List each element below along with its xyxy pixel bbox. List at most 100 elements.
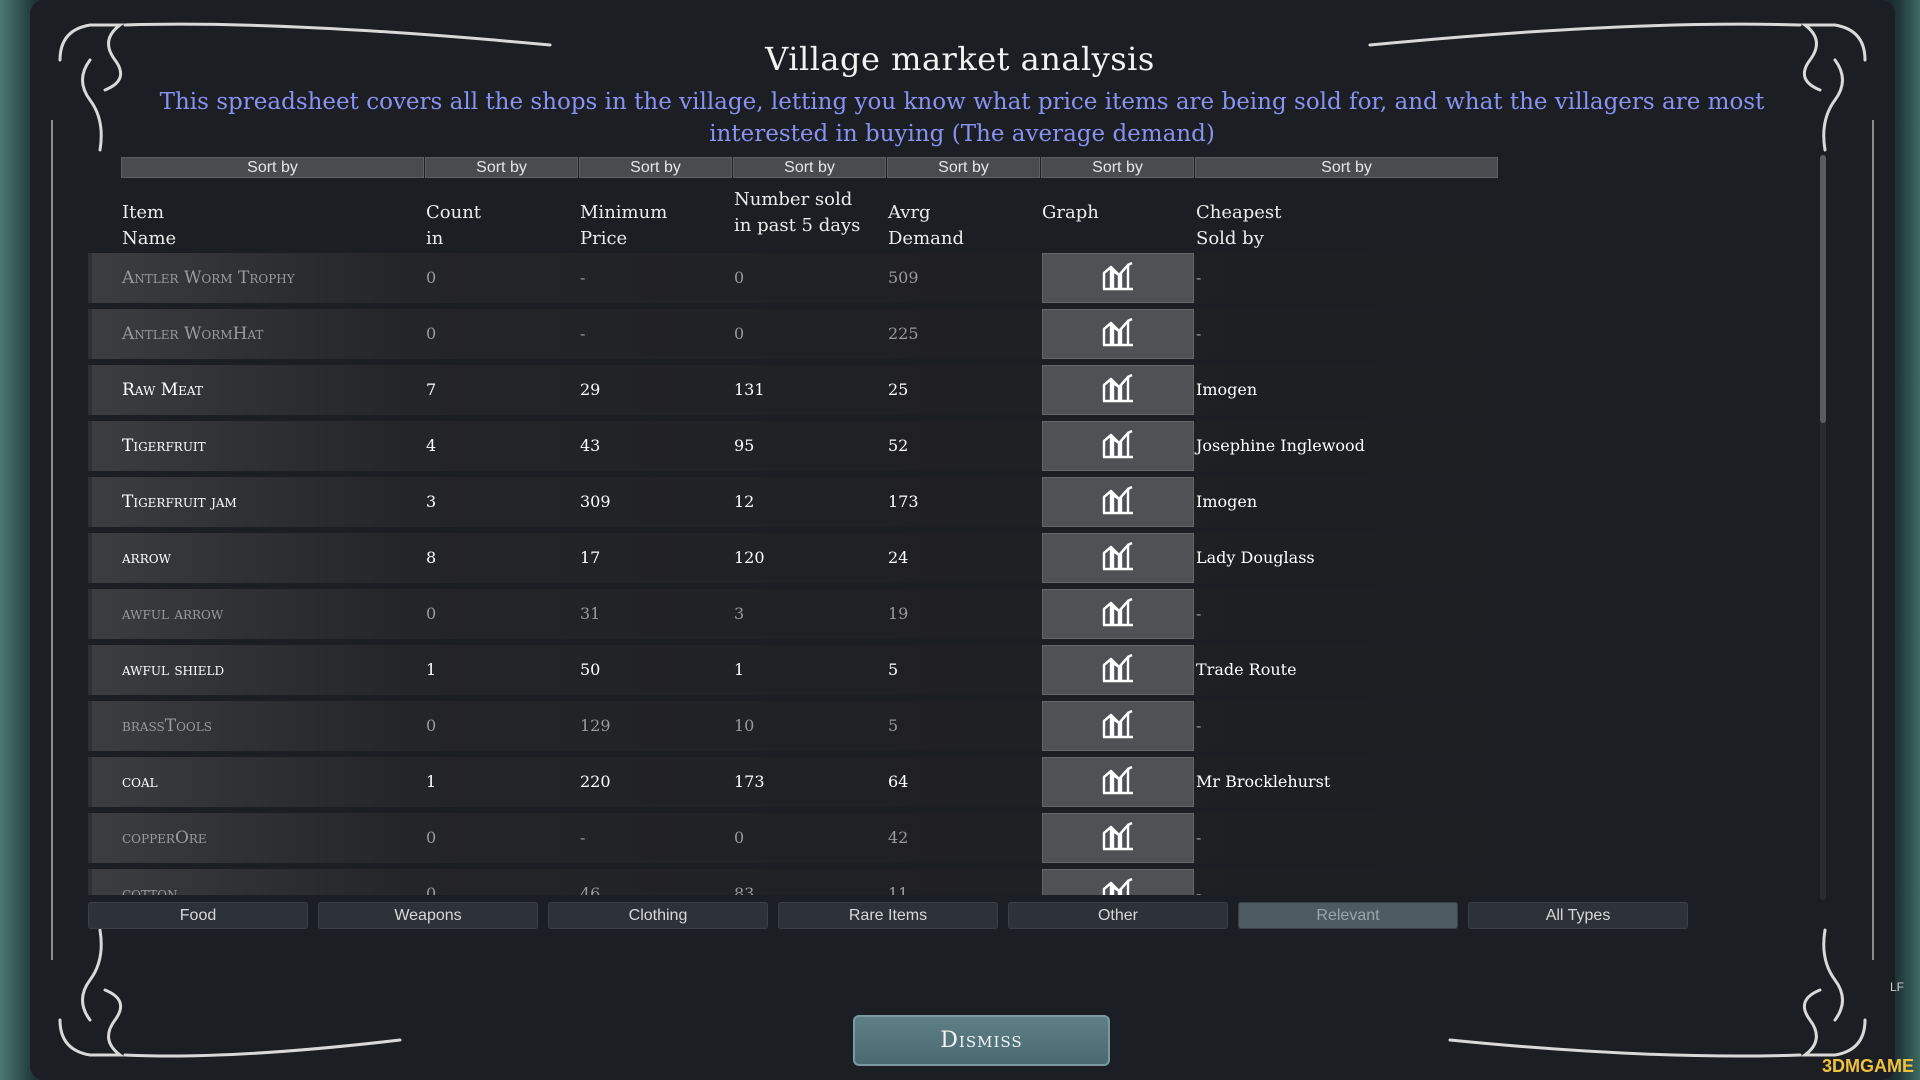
graph-button[interactable]: [1042, 757, 1194, 807]
cell-seller: -: [1196, 884, 1202, 895]
graph-button[interactable]: [1042, 365, 1194, 415]
graph-button[interactable]: [1042, 813, 1194, 863]
chart-icon: [1101, 485, 1135, 519]
cell-demand: 11: [888, 884, 909, 895]
chart-icon: [1101, 653, 1135, 687]
table-row[interactable]: awful arrow 0 31 3 19 -: [88, 589, 1518, 639]
header-graph: Graph: [1042, 202, 1099, 223]
graph-button[interactable]: [1042, 253, 1194, 303]
graph-button[interactable]: [1042, 309, 1194, 359]
graph-button[interactable]: [1042, 421, 1194, 471]
cell-min-price: 129: [580, 716, 611, 735]
cell-seller: Mr Brocklehurst: [1196, 772, 1331, 791]
cell-count: 8: [426, 548, 437, 567]
sort-button-sold[interactable]: Sort by: [733, 157, 886, 178]
sort-button-item-name[interactable]: Sort by: [121, 157, 424, 178]
watermark: 3DMGAME: [1822, 1056, 1915, 1076]
cell-min-price: 46: [580, 884, 601, 895]
side-tag: LF: [1890, 980, 1905, 994]
chart-icon: [1101, 429, 1135, 463]
cell-seller: Imogen: [1196, 492, 1258, 511]
cell-demand: 225: [888, 324, 919, 343]
sort-button-demand[interactable]: Sort by: [887, 157, 1040, 178]
table-row[interactable]: Tigerfruit jam 3 309 12 173 Imogen: [88, 477, 1518, 527]
cell-count: 4: [426, 436, 437, 455]
chart-icon: [1101, 709, 1135, 743]
cell-seller: Trade Route: [1196, 660, 1297, 679]
filter-clothing[interactable]: Clothing: [548, 902, 768, 929]
cell-item-name: Antler WormHat: [122, 324, 264, 344]
table-row[interactable]: arrow 8 17 120 24 Lady Douglass: [88, 533, 1518, 583]
sort-button-graph[interactable]: Sort by: [1041, 157, 1194, 178]
cell-min-price: 31: [580, 604, 601, 623]
cell-min-price: -: [580, 828, 586, 847]
cell-item-name: awful shield: [122, 660, 225, 680]
sort-button-min-price[interactable]: Sort by: [579, 157, 732, 178]
graph-button[interactable]: [1042, 533, 1194, 583]
page-subtitle: This spreadsheet covers all the shops in…: [159, 89, 1765, 147]
cell-demand: 64: [888, 772, 909, 791]
graph-button[interactable]: [1042, 477, 1194, 527]
cell-sold: 120: [734, 548, 765, 567]
cell-demand: 173: [888, 492, 919, 511]
cell-item-name: copperOre: [122, 828, 207, 848]
table-row[interactable]: Tigerfruit 4 43 95 52 Josephine Inglewoo…: [88, 421, 1518, 471]
cell-count: 7: [426, 380, 437, 399]
cell-item-name: brassTools: [122, 716, 212, 736]
cell-demand: 24: [888, 548, 909, 567]
filter-all-types[interactable]: All Types: [1468, 902, 1688, 929]
table-row[interactable]: Antler Worm Trophy 0 - 0 509 -: [88, 253, 1518, 303]
cell-sold: 3: [734, 604, 745, 623]
table-scrollbar[interactable]: [1820, 155, 1826, 900]
table-row[interactable]: awful shield 1 50 1 5 Trade Route: [88, 645, 1518, 695]
cell-demand: 509: [888, 268, 919, 287]
sort-button-seller[interactable]: Sort by: [1195, 157, 1498, 178]
scrollbar-thumb[interactable]: [1820, 155, 1826, 423]
cell-sold: 10: [734, 716, 755, 735]
cell-min-price: 17: [580, 548, 601, 567]
cell-sold: 0: [734, 268, 745, 287]
sort-button-count[interactable]: Sort by: [425, 157, 578, 178]
cell-count: 0: [426, 604, 437, 623]
table-row[interactable]: copperOre 0 - 0 42 -: [88, 813, 1518, 863]
cell-item-name: Raw Meat: [122, 380, 203, 400]
table-row[interactable]: Raw Meat 7 29 131 25 Imogen: [88, 365, 1518, 415]
filter-relevant[interactable]: Relevant: [1238, 902, 1458, 929]
cell-min-price: 29: [580, 380, 601, 399]
graph-button[interactable]: [1042, 869, 1194, 895]
cell-sold: 12: [734, 492, 755, 511]
cell-min-price: -: [580, 268, 586, 287]
page-title: Village market analysis: [765, 40, 1155, 78]
cell-sold: 95: [734, 436, 755, 455]
table-row[interactable]: cotton 0 46 83 11 -: [88, 869, 1518, 895]
cell-count: 0: [426, 324, 437, 343]
chart-icon: [1101, 821, 1135, 855]
table-row[interactable]: coal 1 220 173 64 Mr Brocklehurst: [88, 757, 1518, 807]
dismiss-button[interactable]: Dismiss: [853, 1015, 1110, 1066]
filter-weapons[interactable]: Weapons: [318, 902, 538, 929]
cell-seller: -: [1196, 268, 1202, 287]
filter-other[interactable]: Other: [1008, 902, 1228, 929]
chart-icon: [1101, 765, 1135, 799]
cell-item-name: awful arrow: [122, 604, 224, 624]
filter-food[interactable]: Food: [88, 902, 308, 929]
cell-sold: 0: [734, 324, 745, 343]
graph-button[interactable]: [1042, 701, 1194, 751]
filter-rare-items[interactable]: Rare Items: [778, 902, 998, 929]
cell-count: 1: [426, 660, 437, 679]
graph-button[interactable]: [1042, 589, 1194, 639]
cell-demand: 5: [888, 716, 899, 735]
cell-demand: 19: [888, 604, 909, 623]
table-row[interactable]: Antler WormHat 0 - 0 225 -: [88, 309, 1518, 359]
header-min-price: Minimum Price: [580, 202, 668, 249]
cell-demand: 52: [888, 436, 909, 455]
cell-sold: 1: [734, 660, 745, 679]
graph-button[interactable]: [1042, 645, 1194, 695]
cell-min-price: 309: [580, 492, 611, 511]
cell-item-name: cotton: [122, 884, 178, 895]
table-row[interactable]: brassTools 0 129 10 5 -: [88, 701, 1518, 751]
cell-seller: Josephine Inglewood: [1196, 436, 1365, 455]
cell-min-price: 43: [580, 436, 601, 455]
cell-sold: 83: [734, 884, 755, 895]
chart-icon: [1101, 877, 1135, 895]
